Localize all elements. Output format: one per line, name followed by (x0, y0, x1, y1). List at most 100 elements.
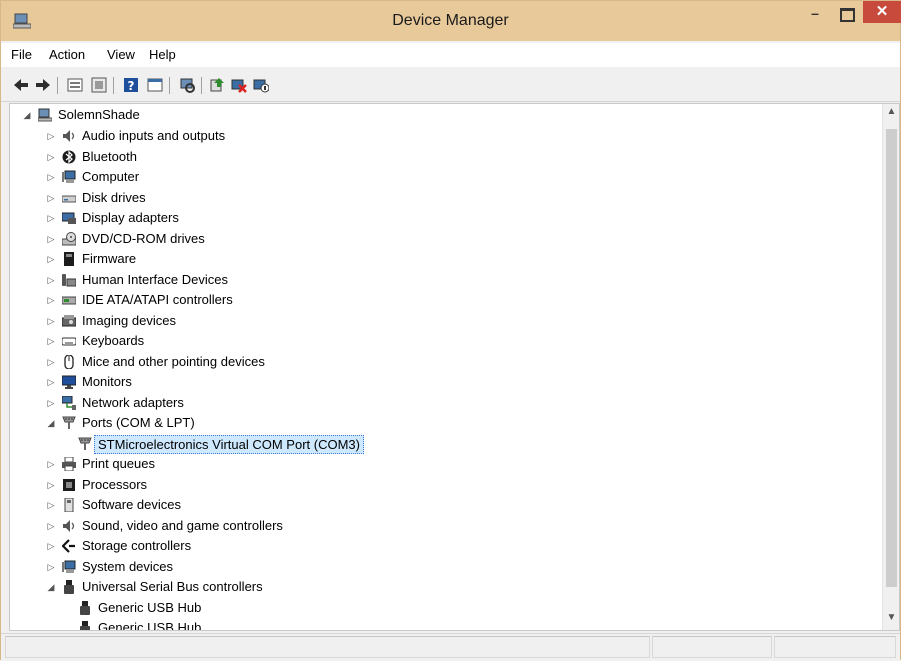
menu-bar: File Action View Help (1, 43, 900, 67)
printer-icon (62, 457, 76, 471)
expand-arrow-icon[interactable]: ▷ (46, 372, 56, 392)
collapse-arrow-icon[interactable]: ◢ (22, 105, 32, 125)
tree-category[interactable]: ▷ Software devices (46, 495, 606, 515)
computer-icon (62, 170, 76, 183)
expand-arrow-icon[interactable]: ▷ (46, 393, 56, 413)
menu-view[interactable]: View (107, 47, 135, 62)
device-tree[interactable]: ◢ SolemnShade ▷ Audio inputs and outputs ▷… (9, 103, 900, 631)
firmware-icon (64, 252, 74, 266)
view-grid-icon[interactable] (91, 77, 107, 93)
tree-category[interactable]: ▷ Computer (46, 167, 606, 187)
expand-arrow-icon[interactable]: ▷ (46, 536, 56, 556)
scan-hardware-icon[interactable] (179, 77, 195, 93)
speaker-icon (63, 130, 75, 142)
status-cell-secondary (652, 636, 772, 658)
hid-icon (62, 273, 76, 286)
tree-item-label: Universal Serial Bus controllers (82, 579, 263, 594)
expand-arrow-icon[interactable]: ▷ (46, 311, 56, 331)
tree-category[interactable]: ▷ Display adapters (46, 208, 606, 228)
tree-child-item[interactable]: Generic USB Hub (70, 618, 630, 630)
tree-item-label: Storage controllers (82, 538, 192, 553)
port-icon (62, 416, 76, 429)
tree-category[interactable]: ▷ Network adapters (46, 393, 606, 413)
tree-category[interactable]: ▷ Monitors (46, 372, 606, 392)
display-adapter-icon (62, 212, 76, 224)
back-arrow-icon[interactable] (13, 77, 29, 93)
minimize-button[interactable]: – (801, 3, 829, 25)
tree-item-label: Network adapters (82, 394, 184, 410)
expand-arrow-icon[interactable]: ▷ (46, 495, 56, 515)
tree-category[interactable]: ▷ Storage controllers (46, 536, 606, 556)
expand-arrow-icon[interactable]: ▷ (46, 229, 56, 249)
expand-arrow-icon[interactable]: ▷ (46, 208, 56, 228)
tree-category[interactable]: ▷ Processors (46, 475, 606, 495)
expand-arrow-icon[interactable]: ▷ (46, 249, 56, 269)
speaker-icon (63, 519, 75, 532)
properties-list-icon[interactable] (67, 77, 83, 93)
expand-arrow-icon[interactable]: ▷ (46, 454, 56, 474)
expand-arrow-icon[interactable]: ▷ (46, 126, 56, 146)
menu-action[interactable]: Action (49, 47, 85, 62)
computer-icon (62, 560, 76, 573)
expand-arrow-icon[interactable]: ▷ (46, 147, 56, 167)
tree-category[interactable]: ▷ DVD/CD-ROM drives (46, 229, 606, 249)
disable-device-icon[interactable] (253, 77, 269, 93)
tree-child-item[interactable]: STMicroelectronics Virtual COM Port (COM… (70, 434, 630, 454)
tree-item-label: STMicroelectronics Virtual COM Port (COM… (94, 434, 364, 454)
tree-item-label: Software devices (82, 497, 181, 512)
mouse-icon (64, 354, 74, 369)
tree-child-item[interactable]: Generic USB Hub (70, 598, 630, 618)
maximize-button[interactable] (832, 3, 860, 25)
collapse-arrow-icon[interactable]: ◢ (46, 577, 56, 597)
expand-arrow-icon[interactable]: ▷ (46, 557, 56, 577)
collapse-arrow-icon[interactable]: ◢ (46, 413, 56, 433)
expand-arrow-icon[interactable]: ▷ (46, 516, 56, 536)
tree-category[interactable]: ◢ Ports (COM & LPT) (46, 413, 606, 433)
expand-arrow-icon[interactable]: ▷ (46, 167, 56, 187)
tree-category[interactable]: ▷ Imaging devices (46, 311, 606, 331)
tree-item-label: Computer (82, 169, 140, 184)
tree-category[interactable]: ▷ Bluetooth (46, 147, 606, 167)
tree-category[interactable]: ▷ Print queues (46, 454, 606, 474)
svg-text:?: ? (128, 79, 135, 93)
help-icon[interactable]: ? (123, 77, 139, 93)
computer-icon (38, 108, 52, 122)
scroll-down-arrow-icon[interactable]: ▼ (883, 612, 899, 623)
processor-icon (63, 478, 75, 491)
title-bar[interactable]: Device Manager – ✕ (1, 1, 901, 41)
tree-category[interactable]: ▷ IDE ATA/ATAPI controllers (46, 290, 606, 310)
tree-category[interactable]: ▷ Firmware (46, 249, 606, 269)
tree-category[interactable]: ◢ Universal Serial Bus controllers (46, 577, 606, 597)
tree-item-label: Display adapters (82, 210, 179, 225)
expand-arrow-icon[interactable]: ▷ (46, 331, 56, 351)
tree-category[interactable]: ▷ Sound, video and game controllers (46, 516, 606, 536)
tree-category[interactable]: ▷ System devices (46, 557, 606, 577)
toolbar-divider (113, 77, 114, 94)
expand-arrow-icon[interactable]: ▷ (46, 188, 56, 208)
expand-arrow-icon[interactable]: ▷ (46, 270, 56, 290)
tree-category[interactable]: ▷ Human Interface Devices (46, 270, 606, 290)
tree-category[interactable]: ▷ Mice and other pointing devices (46, 352, 606, 372)
expand-arrow-icon[interactable]: ▷ (46, 475, 56, 495)
tree-category[interactable]: ▷ Keyboards (46, 331, 606, 351)
forward-arrow-icon[interactable] (35, 77, 51, 93)
storage-controller-icon (62, 539, 75, 553)
expand-arrow-icon[interactable]: ▷ (46, 352, 56, 372)
tree-item-label: Audio inputs and outputs (82, 128, 226, 143)
tree-root[interactable]: ◢ SolemnShade (22, 105, 322, 125)
menu-help[interactable]: Help (149, 47, 176, 62)
ide-controller-icon (62, 296, 76, 305)
scrollbar-thumb[interactable] (886, 129, 897, 587)
tree-item-label: Sound, video and game controllers (82, 517, 283, 533)
scroll-up-arrow-icon[interactable]: ▲ (883, 106, 899, 117)
expand-arrow-icon[interactable]: ▷ (46, 290, 56, 310)
console-icon[interactable] (147, 77, 163, 93)
tree-category[interactable]: ▷ Disk drives (46, 188, 606, 208)
close-button[interactable]: ✕ (863, 1, 901, 23)
menu-file[interactable]: File (11, 47, 32, 62)
tree-category[interactable]: ▷ Audio inputs and outputs (46, 126, 606, 146)
vertical-scrollbar[interactable]: ▲ ▼ (882, 104, 899, 630)
update-driver-icon[interactable] (209, 77, 225, 93)
keyboard-icon (62, 337, 76, 346)
uninstall-device-icon[interactable] (231, 77, 247, 93)
